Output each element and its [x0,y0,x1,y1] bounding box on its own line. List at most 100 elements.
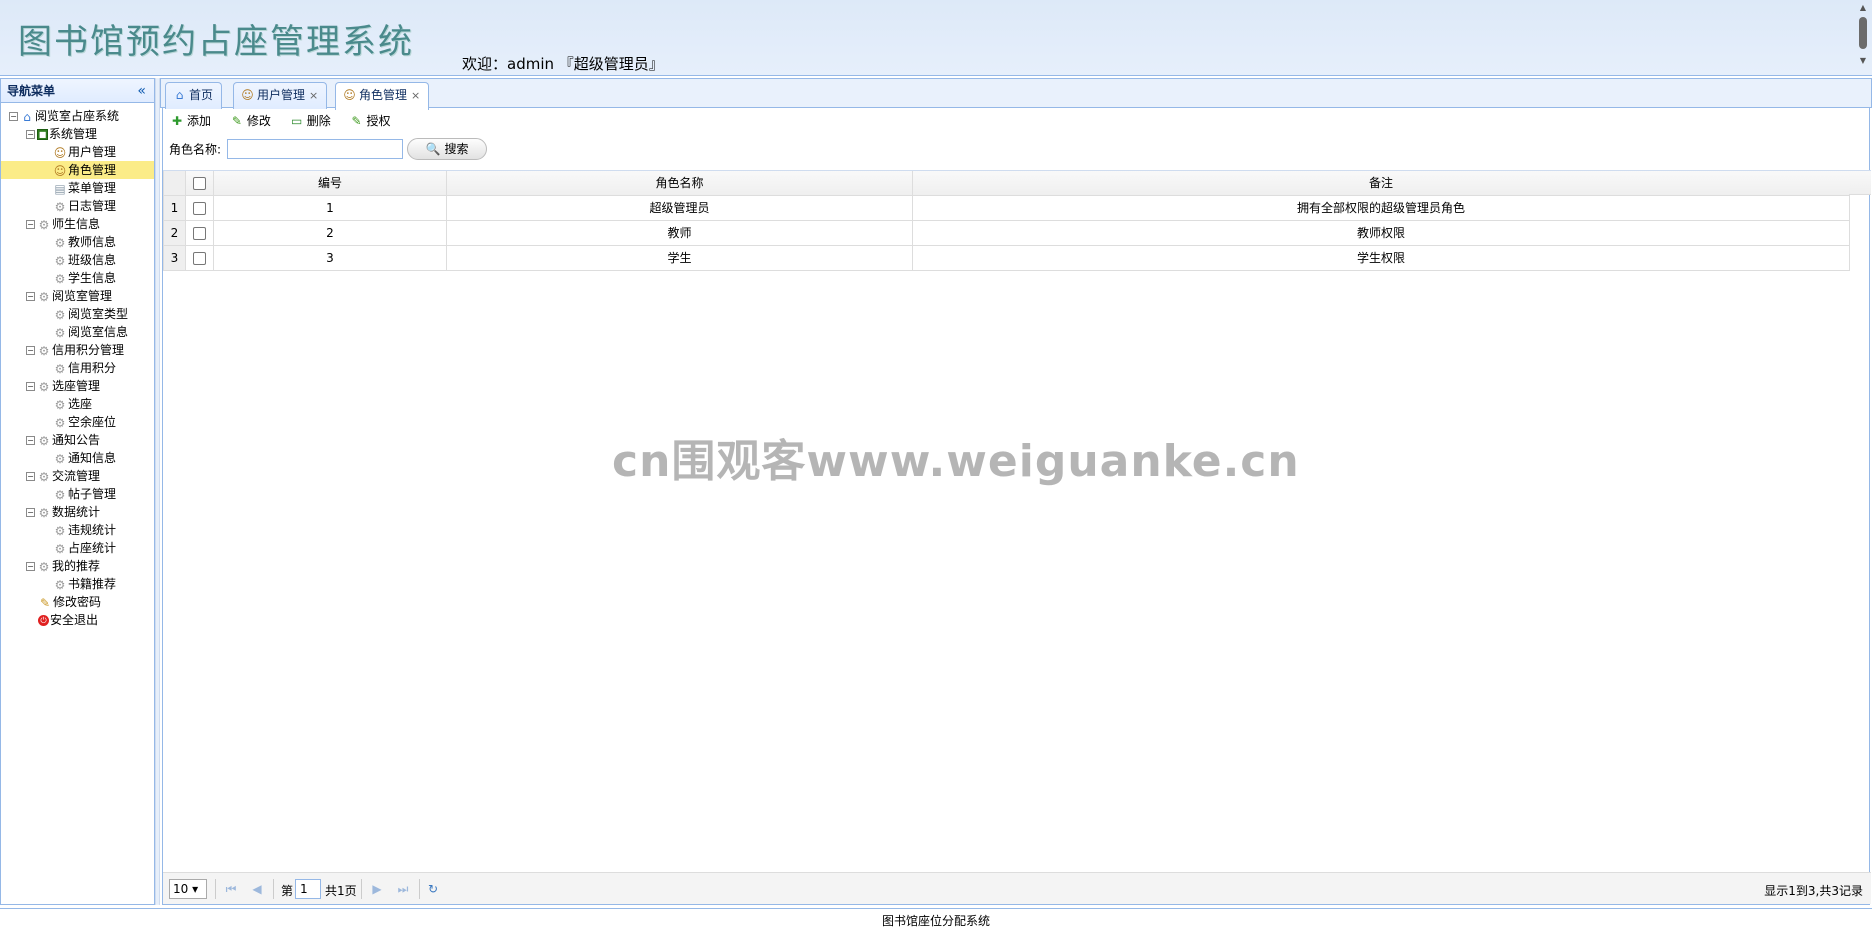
cell-id: 2 [213,219,447,246]
tree-group[interactable]: − ⚙ 我的推荐 [1,557,154,575]
select-all-checkbox[interactable] [193,176,206,190]
collapse-toggle-icon[interactable]: − [26,130,35,139]
tree-item[interactable]: ⚙ 空余座位 [1,413,154,431]
tree-item[interactable]: ⚙ 学生信息 [1,269,154,287]
tree-item[interactable]: ⚙ 教师信息 [1,233,154,251]
column-header-id[interactable]: 编号 [213,171,447,196]
authorize-button[interactable]: ✎ 授权 [349,110,391,132]
column-header-remark[interactable]: 备注 [912,171,1850,196]
tree-root[interactable]: − ⌂ 阅览室占座系统 [1,107,154,125]
collapse-icon[interactable]: « [137,79,146,103]
table-row[interactable]: 3 3 学生 学生权限 [163,244,1850,271]
tree-item[interactable]: ⚙ 阅览室信息 [1,323,154,341]
collapse-toggle-icon[interactable]: − [26,220,35,229]
row-checkbox[interactable] [193,226,206,240]
add-icon: ✚ [171,114,183,128]
cell-id: 3 [213,244,447,271]
gear-icon: ⚙ [54,307,66,322]
tab-user-management[interactable]: ☺ 用户管理 × [233,82,328,109]
collapse-toggle-icon[interactable]: − [26,472,35,481]
scroll-up-icon[interactable]: ▲ [1856,2,1870,14]
tree-item[interactable]: ⚙ 班级信息 [1,251,154,269]
close-icon[interactable]: × [411,89,420,102]
tree-item[interactable]: ⚙ 通知信息 [1,449,154,467]
tree-item-logout[interactable]: ⏻ 安全退出 [1,611,154,629]
cell-remark: 教师权限 [912,219,1850,246]
tree-item[interactable]: ⚙ 选座 [1,395,154,413]
tree-group[interactable]: − ■ 系统管理 [1,125,154,143]
page-scrollbar[interactable]: ▲ ▼ [1856,2,1870,72]
tree-node-label: 教师信息 [68,235,117,249]
power-icon: ⏻ [38,615,49,626]
row-select-cell [185,244,214,271]
collapse-toggle-icon[interactable]: − [26,292,35,301]
tree-node-label: 学生信息 [68,271,117,285]
scroll-down-icon[interactable]: ▼ [1856,55,1870,67]
row-number-header [163,171,186,196]
tab-home[interactable]: ⌂ 首页 [165,82,223,109]
tree-group[interactable]: − ⚙ 选座管理 [1,377,154,395]
collapse-toggle-icon[interactable]: − [26,508,35,517]
scroll-thumb[interactable] [1859,17,1867,49]
tree-item[interactable]: ☺ 用户管理 [1,143,154,161]
tree-group[interactable]: − ⚙ 阅览室管理 [1,287,154,305]
tree-group[interactable]: − ⚙ 交流管理 [1,467,154,485]
tree-item[interactable]: ☺ 角色管理 [1,161,154,179]
add-button[interactable]: ✚ 添加 [169,110,211,132]
page-size-select[interactable]: 10 ▾ [169,879,207,899]
collapse-toggle-icon[interactable]: − [26,436,35,445]
collapse-toggle-icon[interactable]: − [9,112,18,121]
prev-page-icon[interactable]: ◀ [249,879,265,899]
tree-group[interactable]: − ⚙ 师生信息 [1,215,154,233]
cell-id: 1 [213,194,447,221]
last-page-icon[interactable]: ⏭ [395,879,411,899]
tree-item[interactable]: ⚙ 帖子管理 [1,485,154,503]
refresh-icon[interactable]: ↻ [425,879,441,899]
first-page-icon[interactable]: ⏮ [223,879,239,899]
row-checkbox[interactable] [193,201,206,215]
tree-group[interactable]: − ⚙ 数据统计 [1,503,154,521]
delete-button[interactable]: ▭ 删除 [289,110,331,132]
gear-icon: ⚙ [54,235,66,250]
welcome-text: 欢迎：admin 『超级管理员』 [462,55,664,73]
collapse-toggle-icon[interactable]: − [26,382,35,391]
column-header-name[interactable]: 角色名称 [446,171,913,196]
tree-node-label: 师生信息 [52,217,101,231]
table-header-row: 编号 角色名称 备注 [163,171,1850,196]
tree-node-label: 安全退出 [50,613,99,627]
tree-group[interactable]: − ⚙ 信用积分管理 [1,341,154,359]
tree-node-label: 角色管理 [68,163,117,177]
tab-role-management[interactable]: ☺ 角色管理 × [335,82,430,110]
tree-item[interactable]: ⚙ 日志管理 [1,197,154,215]
page-number-input[interactable]: 1 [295,879,321,899]
table-row[interactable]: 1 1 超级管理员 拥有全部权限的超级管理员角色 [163,194,1850,221]
table-row[interactable]: 2 2 教师 教师权限 [163,219,1850,246]
collapse-toggle-icon[interactable]: − [26,562,35,571]
close-icon[interactable]: × [309,89,318,102]
row-checkbox[interactable] [193,251,206,265]
tree-item[interactable]: ▤ 菜单管理 [1,179,154,197]
tree-item[interactable]: ⚙ 书籍推荐 [1,575,154,593]
role-name-label: 角色名称: [169,142,222,157]
tree-item[interactable]: ⚙ 信用积分 [1,359,154,377]
gear-icon: ⚙ [54,271,66,286]
user-icon: ☺ [241,88,254,102]
search-button[interactable]: 🔍 搜索 [407,138,488,160]
collapse-toggle-icon[interactable]: − [26,346,35,355]
tree-group[interactable]: − ⚙ 通知公告 [1,431,154,449]
tree-item-change-password[interactable]: ✎ 修改密码 [1,593,154,611]
next-page-icon[interactable]: ▶ [369,879,385,899]
page-size-value: 10 [173,882,189,896]
edit-button[interactable]: ✎ 修改 [229,110,271,132]
tree-node-label: 信用积分管理 [52,343,125,357]
cell-name: 学生 [446,244,913,271]
gear-icon: ⚙ [54,523,66,538]
role-name-input[interactable] [227,139,404,159]
tree-item[interactable]: ⚙ 占座统计 [1,539,154,557]
tree-item[interactable]: ⚙ 违规统计 [1,521,154,539]
tree-node-label: 数据统计 [52,505,101,519]
tab-label: 用户管理 [257,88,306,102]
tree-node-label: 日志管理 [68,199,117,213]
gear-icon: ⚙ [38,217,50,232]
tree-item[interactable]: ⚙ 阅览室类型 [1,305,154,323]
